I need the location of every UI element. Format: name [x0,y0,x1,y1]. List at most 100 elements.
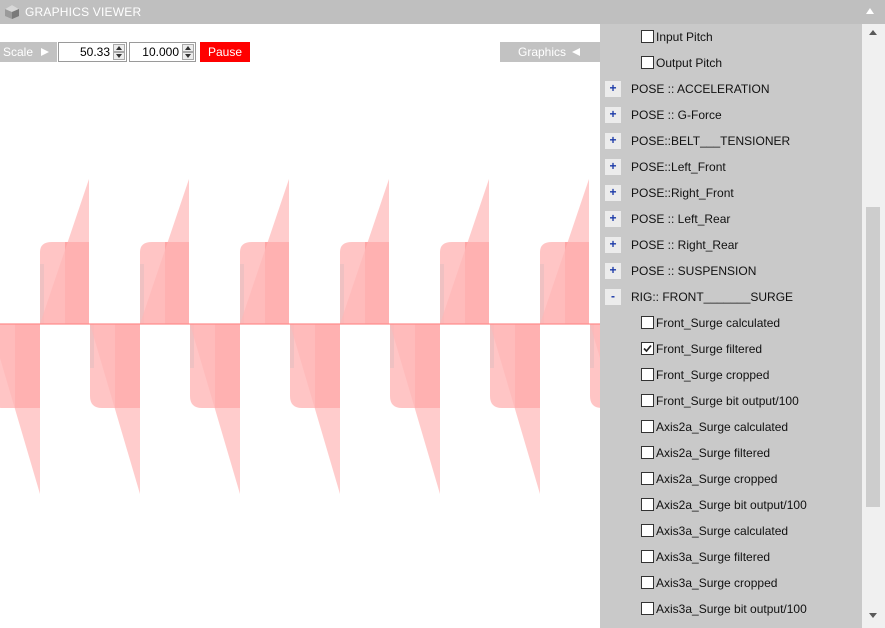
chevron-up-icon[interactable] [865,6,875,16]
checkbox-label: Front_Surge bit output/100 [656,394,799,408]
group-label: POSE :: ACCELERATION [631,82,770,96]
channel-checkbox-row[interactable]: Axis3a_Surge filtered [600,544,862,570]
channel-group-row[interactable]: + POSE::Left_Front [600,154,862,180]
channel-group-row[interactable]: + POSE :: Left_Rear [600,206,862,232]
checkbox[interactable] [641,498,654,511]
checkbox[interactable] [641,342,654,355]
group-label: POSE :: G-Force [631,108,722,122]
expand-button[interactable]: + [605,159,621,175]
window-title: GRAPHICS VIEWER [25,5,142,19]
checkbox[interactable] [641,316,654,329]
value-down-button[interactable] [182,52,194,60]
checkbox[interactable] [641,446,654,459]
graphics-label: Graphics [518,45,567,59]
trace-spike-down [390,324,440,494]
scale-up-button[interactable] [113,44,125,52]
group-label: POSE::Right_Front [631,186,734,200]
expand-button[interactable]: + [605,185,621,201]
value-stepper[interactable]: 10.000 [129,42,196,62]
checkbox[interactable] [641,602,654,615]
channel-group-row[interactable]: + POSE :: G-Force [600,102,862,128]
checkbox[interactable] [641,472,654,485]
channel-checkbox-row[interactable]: Input Pitch [600,24,862,50]
channel-checkbox-row[interactable]: Axis3a_Surge bit output/100 [600,596,862,622]
checkbox-label: Front_Surge filtered [656,342,763,356]
checkbox[interactable] [641,524,654,537]
channel-checkbox-row[interactable]: Axis2a_Surge cropped [600,466,862,492]
collapse-button[interactable]: - [605,289,621,305]
channel-checkbox-row[interactable]: Axis3a_Surge calculated [600,518,862,544]
checkbox[interactable] [641,394,654,407]
checkbox-label: Axis3a_Surge filtered [656,550,771,564]
checkbox-label: Axis2a_Surge filtered [656,446,771,460]
cube-icon [5,5,19,19]
checkbox-label: Axis3a_Surge bit output/100 [656,602,807,616]
channel-group-row[interactable]: + POSE :: ACCELERATION [600,76,862,102]
channel-checkbox-row[interactable]: Axis2a_Surge bit output/100 [600,492,862,518]
play-left-icon [572,48,580,56]
checkbox[interactable] [641,368,654,381]
checkbox-label: Axis2a_Surge bit output/100 [656,498,807,512]
checkmark-icon [643,344,652,353]
channel-group-row[interactable]: + POSE :: SUSPENSION [600,258,862,284]
trace-spike-down [190,324,240,494]
arrow-down-icon [116,54,122,58]
scroll-down-icon[interactable] [868,612,878,620]
channel-checkbox-row[interactable]: Front_Surge bit output/100 [600,388,862,414]
scale-down-button[interactable] [113,52,125,60]
checkbox-label: Input Pitch [656,30,713,44]
scroll-up-icon[interactable] [868,28,878,36]
scale-stepper[interactable]: 50.33 [58,42,127,62]
expand-button[interactable]: + [605,81,621,97]
checkbox-label: Front_Surge cropped [656,368,770,382]
checkbox-label: Output Pitch [656,56,723,70]
channel-panel: Input PitchOutput Pitch+ POSE :: ACCELERA… [600,24,862,628]
group-label: POSE :: SUSPENSION [631,264,757,278]
channel-checkbox-row[interactable]: Front_Surge cropped [600,362,862,388]
channel-checkbox-row[interactable]: Output Pitch [600,50,862,76]
group-label: POSE::Left_Front [631,160,726,174]
checkbox[interactable] [641,30,654,43]
channel-group-row[interactable]: - RIG:: FRONT_______SURGE [600,284,862,310]
title-bar: GRAPHICS VIEWER [0,0,885,24]
second-value: 10.000 [142,45,179,59]
pause-button[interactable]: Pause [200,42,250,62]
channel-checkbox-row[interactable]: Axis2a_Surge calculated [600,414,862,440]
checkbox-label: Front_Surge calculated [656,316,781,330]
scale-label: Scale [3,45,34,59]
graph-area[interactable]: Scale 50.33 10.000 Pause Graphics [0,24,600,628]
scrollbar-thumb[interactable] [866,207,880,507]
scale-toggle[interactable]: Scale [0,42,57,62]
trace-spike-down [490,324,540,494]
channel-checkbox-row[interactable]: Front_Surge filtered [600,336,862,362]
play-right-icon [41,48,49,56]
expand-button[interactable]: + [605,211,621,227]
arrow-up-icon [116,46,122,50]
expand-button[interactable]: + [605,107,621,123]
checkbox[interactable] [641,56,654,69]
checkbox-label: Axis2a_Surge cropped [656,472,778,486]
scrollbar[interactable] [862,24,885,628]
channel-group-row[interactable]: + POSE::BELT___TENSIONER [600,128,862,154]
waveform-plot [0,179,600,494]
group-label: POSE::BELT___TENSIONER [631,134,791,148]
graphics-toggle[interactable]: Graphics [500,42,600,62]
arrow-down-icon [185,54,191,58]
expand-button[interactable]: + [605,133,621,149]
group-label: RIG:: FRONT_______SURGE [631,290,794,304]
expand-button[interactable]: + [605,237,621,253]
trace-spike-down [0,324,40,494]
checkbox-label: Axis3a_Surge cropped [656,576,778,590]
checkbox[interactable] [641,550,654,563]
channel-checkbox-row[interactable]: Axis3a_Surge cropped [600,570,862,596]
channel-checkbox-row[interactable]: Front_Surge calculated [600,310,862,336]
channel-group-row[interactable]: + POSE :: Right_Rear [600,232,862,258]
value-up-button[interactable] [182,44,194,52]
checkbox-label: Axis3a_Surge calculated [656,524,789,538]
expand-button[interactable]: + [605,263,621,279]
checkbox[interactable] [641,420,654,433]
channel-group-row[interactable]: + POSE::Right_Front [600,180,862,206]
channel-checkbox-row[interactable]: Axis2a_Surge filtered [600,440,862,466]
checkbox[interactable] [641,576,654,589]
zero-line [0,323,600,325]
